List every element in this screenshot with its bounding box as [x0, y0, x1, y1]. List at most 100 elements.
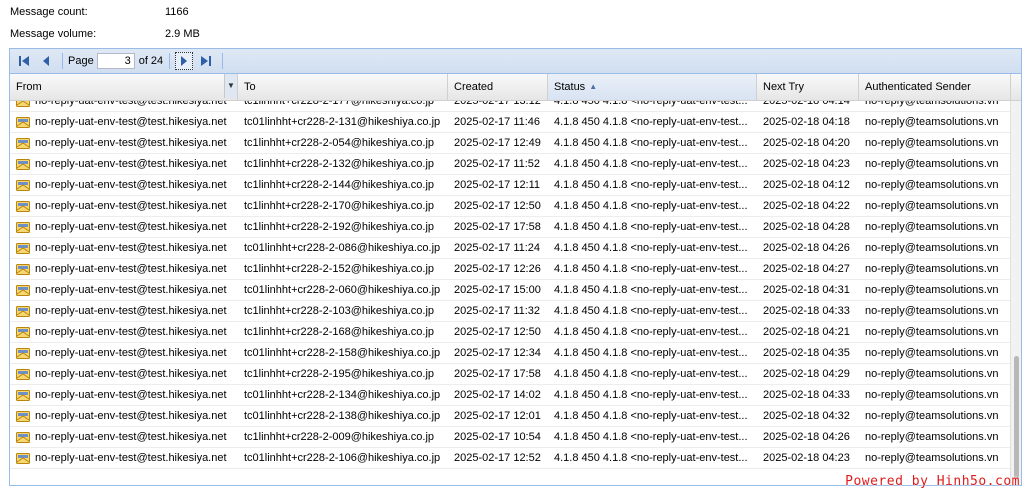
- paging-toolbar: Page of 24: [10, 49, 1021, 74]
- last-page-icon: [201, 56, 212, 66]
- cell-status: 4.1.8 450 4.1.8 <no-reply-uat-env-test..…: [554, 179, 748, 191]
- column-header-from-label: From: [16, 81, 42, 93]
- table-row[interactable]: no-reply-uat-env-test@test.hikesiya.net …: [10, 101, 1011, 112]
- cell-next-try: 2025-02-18 04:22: [763, 200, 850, 212]
- scrollbar-thumb[interactable]: [1014, 356, 1019, 481]
- column-header-authenticated-sender[interactable]: Authenticated Sender: [859, 74, 1011, 100]
- cell-from: no-reply-uat-env-test@test.hikesiya.net: [10, 217, 238, 237]
- page-total-label: of 24: [138, 55, 164, 67]
- cell-from-text: no-reply-uat-env-test@test.hikesiya.net: [35, 158, 227, 170]
- cell-status: 4.1.8 450 4.1.8 <no-reply-uat-env-test..…: [554, 389, 748, 401]
- cell-authenticated-sender: no-reply@teamsolutions.vn: [865, 452, 999, 464]
- table-row[interactable]: no-reply-uat-env-test@test.hikesiya.net …: [10, 154, 1011, 175]
- cell-to: tc01linhht+cr228-2-060@hikeshiya.co.jp: [244, 284, 441, 296]
- cell-authenticated-sender: no-reply@teamsolutions.vn: [865, 410, 999, 422]
- table-row[interactable]: no-reply-uat-env-test@test.hikesiya.net …: [10, 280, 1011, 301]
- queued-mail-icon: [16, 368, 30, 380]
- message-volume-label: Message volume:: [10, 28, 97, 40]
- cell-from-text: no-reply-uat-env-test@test.hikesiya.net: [35, 101, 227, 107]
- cell-from: no-reply-uat-env-test@test.hikesiya.net: [10, 112, 238, 132]
- queued-mail-icon: [16, 305, 30, 317]
- cell-status: 4.1.8 450 4.1.8 <no-reply-uat-env-test..…: [554, 158, 748, 170]
- cell-authenticated-sender: no-reply@teamsolutions.vn: [865, 347, 999, 359]
- cell-created: 2025-02-17 12:11: [454, 179, 541, 191]
- cell-created: 2025-02-17 14:02: [454, 389, 541, 401]
- column-header-created[interactable]: Created: [448, 74, 548, 100]
- column-header-from[interactable]: From ▼: [10, 74, 238, 100]
- cell-to: tc01linhht+cr228-2-138@hikeshiya.co.jp: [244, 410, 441, 422]
- column-header-to-label: To: [244, 81, 256, 93]
- cell-authenticated-sender: no-reply@teamsolutions.vn: [865, 242, 999, 254]
- cell-from-text: no-reply-uat-env-test@test.hikesiya.net: [35, 452, 227, 464]
- table-row[interactable]: no-reply-uat-env-test@test.hikesiya.net …: [10, 322, 1011, 343]
- cell-next-try: 2025-02-18 04:23: [763, 452, 850, 464]
- queued-mail-icon: [16, 101, 30, 107]
- table-row[interactable]: no-reply-uat-env-test@test.hikesiya.net …: [10, 238, 1011, 259]
- table-row[interactable]: no-reply-uat-env-test@test.hikesiya.net …: [10, 448, 1011, 469]
- cell-created: 2025-02-17 17:58: [454, 221, 541, 233]
- table-row[interactable]: no-reply-uat-env-test@test.hikesiya.net …: [10, 343, 1011, 364]
- queued-mail-icon: [16, 116, 30, 128]
- cell-status: 4.1.8 450 4.1.8 <no-reply-uat-env-test..…: [554, 368, 748, 380]
- grid-rows: no-reply-uat-env-test@test.hikesiya.net …: [10, 101, 1011, 469]
- cell-created: 2025-02-17 10:54: [454, 431, 541, 443]
- cell-created: 2025-02-17 12:26: [454, 263, 541, 275]
- column-header-authenticated-sender-label: Authenticated Sender: [865, 81, 971, 93]
- column-header-next-try[interactable]: Next Try: [757, 74, 859, 100]
- prev-page-button[interactable]: [37, 52, 55, 70]
- cell-from: no-reply-uat-env-test@test.hikesiya.net: [10, 238, 238, 258]
- table-row[interactable]: no-reply-uat-env-test@test.hikesiya.net …: [10, 217, 1011, 238]
- cell-from: no-reply-uat-env-test@test.hikesiya.net: [10, 301, 238, 321]
- table-row[interactable]: no-reply-uat-env-test@test.hikesiya.net …: [10, 385, 1011, 406]
- cell-created: 2025-02-17 17:58: [454, 368, 541, 380]
- cell-from-text: no-reply-uat-env-test@test.hikesiya.net: [35, 242, 227, 254]
- column-header-to[interactable]: To: [238, 74, 448, 100]
- cell-created: 2025-02-17 11:46: [454, 116, 541, 128]
- cell-from: no-reply-uat-env-test@test.hikesiya.net: [10, 196, 238, 216]
- cell-from-text: no-reply-uat-env-test@test.hikesiya.net: [35, 347, 227, 359]
- cell-to: tc01linhht+cr228-2-086@hikeshiya.co.jp: [244, 242, 441, 254]
- table-row[interactable]: no-reply-uat-env-test@test.hikesiya.net …: [10, 133, 1011, 154]
- table-row[interactable]: no-reply-uat-env-test@test.hikesiya.net …: [10, 427, 1011, 448]
- table-row[interactable]: no-reply-uat-env-test@test.hikesiya.net …: [10, 175, 1011, 196]
- cell-authenticated-sender: no-reply@teamsolutions.vn: [865, 284, 999, 296]
- cell-to: tc01linhht+cr228-2-106@hikeshiya.co.jp: [244, 452, 441, 464]
- queued-mail-icon: [16, 242, 30, 254]
- column-menu-dropdown-icon[interactable]: ▼: [224, 74, 237, 98]
- cell-next-try: 2025-02-18 04:12: [763, 179, 850, 191]
- cell-from-text: no-reply-uat-env-test@test.hikesiya.net: [35, 431, 227, 443]
- queued-mail-icon: [16, 221, 30, 233]
- last-page-button[interactable]: [197, 52, 215, 70]
- cell-status: 4.1.8 450 4.1.8 <no-reply-uat-env-test..…: [554, 326, 748, 338]
- message-count-value: 1166: [165, 6, 189, 18]
- cell-from: no-reply-uat-env-test@test.hikesiya.net: [10, 175, 238, 195]
- cell-next-try: 2025-02-18 04:23: [763, 158, 850, 170]
- table-row[interactable]: no-reply-uat-env-test@test.hikesiya.net …: [10, 112, 1011, 133]
- cell-authenticated-sender: no-reply@teamsolutions.vn: [865, 179, 999, 191]
- cell-next-try: 2025-02-18 04:14: [763, 101, 850, 107]
- cell-created: 2025-02-17 11:24: [454, 242, 541, 254]
- watermark: Powered by Hinh5o.com: [845, 474, 1020, 489]
- page-number-input[interactable]: [96, 53, 135, 69]
- cell-status: 4.1.8 450 4.1.8 <no-reply-uat-env-test..…: [554, 452, 748, 464]
- column-header-status[interactable]: Status ▲: [548, 74, 757, 100]
- cell-created: 2025-02-17 11:32: [454, 305, 541, 317]
- queued-mail-icon: [16, 179, 30, 191]
- toolbar-separator: [222, 53, 224, 69]
- cell-authenticated-sender: no-reply@teamsolutions.vn: [865, 116, 999, 128]
- message-volume-value: 2.9 MB: [165, 28, 200, 40]
- table-row[interactable]: no-reply-uat-env-test@test.hikesiya.net …: [10, 196, 1011, 217]
- table-row[interactable]: no-reply-uat-env-test@test.hikesiya.net …: [10, 301, 1011, 322]
- table-row[interactable]: no-reply-uat-env-test@test.hikesiya.net …: [10, 406, 1011, 427]
- cell-created: 2025-02-17 12:49: [454, 137, 541, 149]
- cell-from-text: no-reply-uat-env-test@test.hikesiya.net: [35, 389, 227, 401]
- table-row[interactable]: no-reply-uat-env-test@test.hikesiya.net …: [10, 259, 1011, 280]
- cell-to: tc1linhht+cr228-2-168@hikeshiya.co.jp: [244, 326, 435, 338]
- first-page-button[interactable]: [15, 52, 33, 70]
- vertical-scrollbar[interactable]: [1010, 101, 1021, 485]
- cell-from: no-reply-uat-env-test@test.hikesiya.net: [10, 427, 238, 447]
- table-row[interactable]: no-reply-uat-env-test@test.hikesiya.net …: [10, 364, 1011, 385]
- next-page-button[interactable]: [175, 52, 194, 70]
- message-count-label: Message count:: [10, 6, 88, 18]
- cell-status: 4.1.8 450 4.1.8 <no-reply-uat-env-test..…: [554, 137, 748, 149]
